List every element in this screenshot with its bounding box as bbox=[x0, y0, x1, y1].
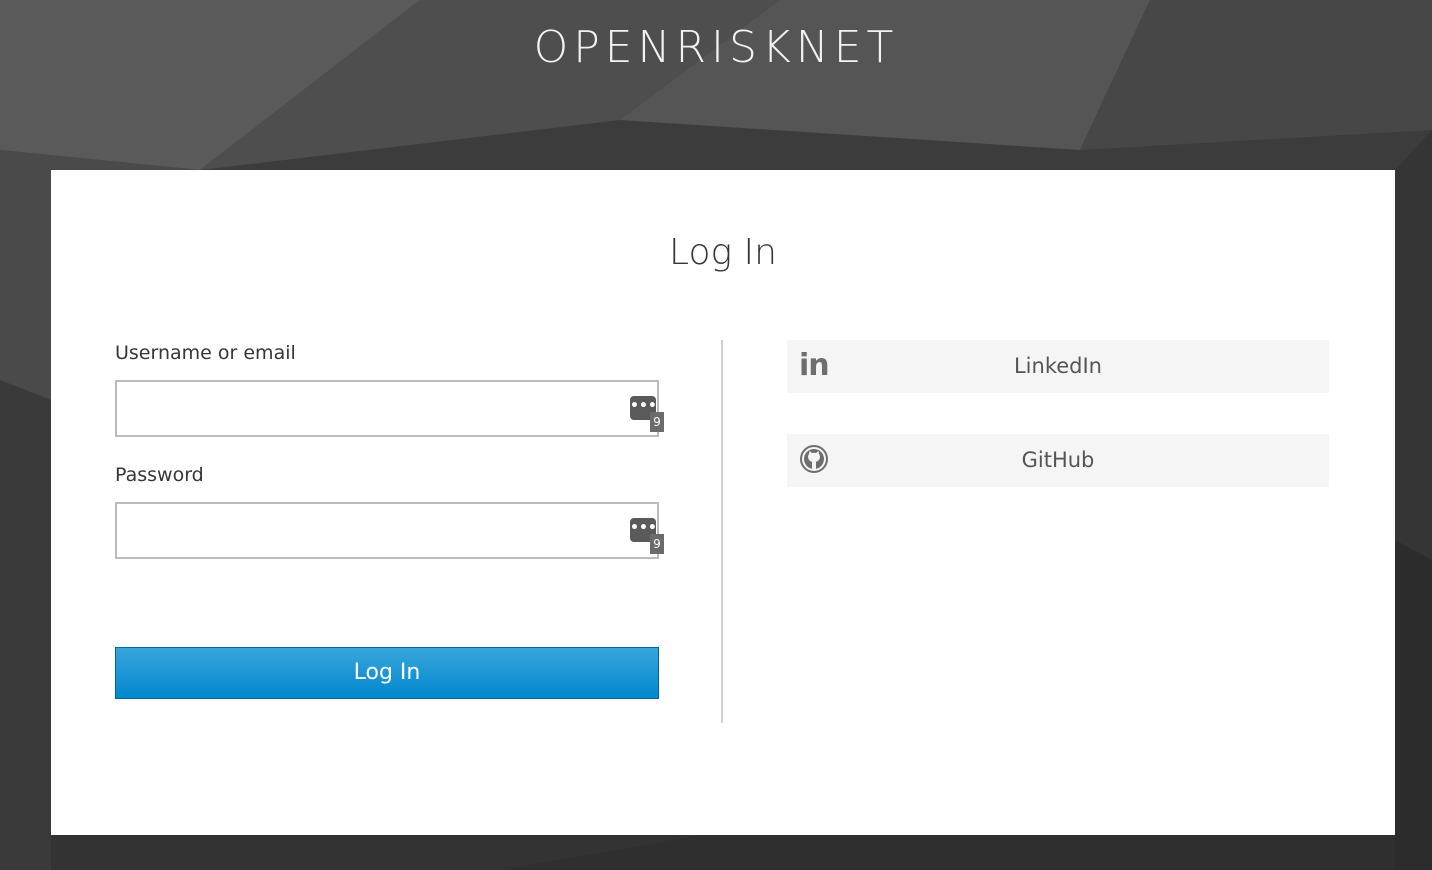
github-label: GitHub bbox=[1021, 448, 1095, 472]
password-manager-icon[interactable]: ••• 9 bbox=[630, 396, 664, 432]
linkedin-login-button[interactable]: in LinkedIn bbox=[787, 340, 1329, 393]
password-manager-icon[interactable]: ••• 9 bbox=[630, 518, 664, 554]
password-input[interactable] bbox=[115, 502, 659, 559]
page-title: Log In bbox=[669, 232, 777, 273]
password-field-wrap: ••• 9 bbox=[115, 502, 664, 559]
password-label: Password bbox=[115, 464, 204, 486]
ellipsis-icon: ••• bbox=[630, 398, 657, 414]
linkedin-label: LinkedIn bbox=[1013, 354, 1102, 378]
login-card: Log In Username or email ••• 9 Password … bbox=[51, 170, 1395, 835]
login-button[interactable]: Log In bbox=[115, 647, 659, 699]
github-login-button[interactable]: GitHub bbox=[787, 434, 1329, 487]
username-field-wrap: ••• 9 bbox=[115, 380, 664, 437]
username-label: Username or email bbox=[115, 342, 296, 364]
ellipsis-icon: ••• bbox=[630, 520, 657, 536]
username-input[interactable] bbox=[115, 380, 659, 437]
password-manager-badge: 9 bbox=[650, 412, 664, 432]
password-manager-badge: 9 bbox=[650, 534, 664, 554]
brand-title: OPENRISKNET bbox=[533, 22, 899, 73]
divider bbox=[721, 340, 723, 723]
